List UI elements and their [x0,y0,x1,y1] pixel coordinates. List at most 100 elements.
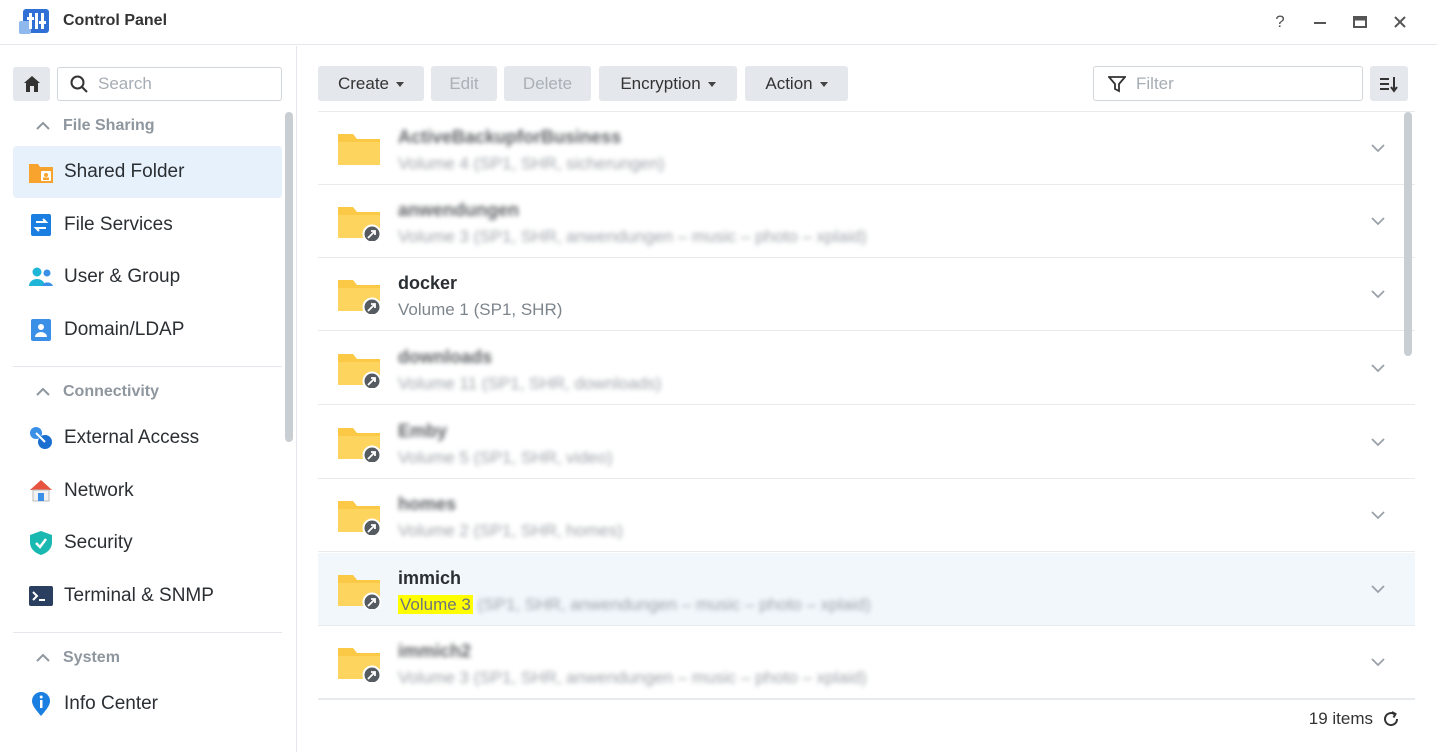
folder-row[interactable]: immich2 Volume 3 (SP1, SHR, anwendungen … [318,626,1415,699]
folder-row[interactable]: docker Volume 1 (SP1, SHR) [318,258,1415,331]
search-input[interactable] [98,74,268,94]
sidebar-item-file-services[interactable]: File Services [13,199,282,251]
info-center-icon [28,691,54,717]
chevron-down-icon[interactable] [1370,215,1386,227]
folder-description: Volume 3 (SP1, SHR, anwendungen – music … [398,668,867,687]
sidebar-item-label: Terminal & SNMP [64,585,214,606]
highlighted-volume-text: Volume 3 [398,595,473,614]
maximize-icon [1353,16,1367,28]
folder-description: Volume 3 (SP1, SHR, anwendungen – music … [398,595,871,615]
close-button[interactable] [1388,10,1412,34]
chevron-down-icon[interactable] [1370,288,1386,300]
action-label: Action [765,73,813,93]
folder-shortcut-icon [338,207,382,241]
sidebar-item-info-center[interactable]: Info Center [13,678,282,730]
folder-description: Volume 2 (SP1, SHR, homes) [398,521,623,540]
action-button[interactable]: Action [745,66,848,101]
section-file-sharing[interactable]: File Sharing [33,115,155,137]
edit-button[interactable]: Edit [431,66,497,101]
folder-name: ActiveBackupforBusiness [398,127,622,147]
help-button[interactable]: ? [1268,10,1292,34]
sidebar-item-label: Domain/LDAP [64,319,185,340]
sidebar-item-security[interactable]: Security [13,517,282,569]
security-shield-icon [28,530,54,556]
delete-button[interactable]: Delete [504,66,591,101]
sidebar-item-domain-ldap[interactable]: Domain/LDAP [13,304,282,356]
sidebar-item-user-group[interactable]: User & Group [13,251,282,303]
folder-name: anwendungen [398,200,519,220]
sidebar: File Sharing Shared Folder File Services… [0,46,297,752]
search-icon [70,75,88,93]
maximize-button[interactable] [1348,10,1372,34]
section-system[interactable]: System [33,647,120,669]
sidebar-item-network[interactable]: Network [13,465,282,517]
section-title: System [63,649,120,666]
chevron-down-icon[interactable] [1370,436,1386,448]
minimize-button[interactable] [1308,10,1332,34]
folder-row[interactable]: ActiveBackupforBusiness Volume 4 (SP1, S… [318,112,1415,185]
sidebar-item-label: Shared Folder [64,161,185,182]
section-title: File Sharing [63,117,155,134]
filter-input[interactable] [1136,73,1336,94]
folder-name: immich2 [398,641,472,661]
folder-shortcut-icon [338,575,382,609]
sidebar-search[interactable] [57,67,282,101]
folder-shortcut-icon [338,501,382,535]
folder-description: Volume 11 (SP1, SHR, downloads) [398,374,662,393]
chevron-down-icon[interactable] [1370,583,1386,595]
chevron-up-icon [36,653,50,662]
list-scrollbar[interactable] [1404,112,1412,356]
sidebar-divider [13,366,282,367]
minimize-icon [1314,22,1326,24]
chevron-down-icon[interactable] [1370,656,1386,668]
chevron-up-icon [36,387,50,396]
folder-row[interactable]: downloads Volume 11 (SP1, SHR, downloads… [318,332,1415,405]
section-connectivity[interactable]: Connectivity [33,381,159,403]
folder-row[interactable]: Emby Volume 5 (SP1, SHR, video) [318,406,1415,479]
folder-description: Volume 3 (SP1, SHR, anwendungen – music … [398,227,867,246]
folder-description: Volume 1 (SP1, SHR) [398,300,563,319]
refresh-button[interactable] [1380,708,1402,730]
shared-folder-list: ActiveBackupforBusiness Volume 4 (SP1, S… [318,111,1415,699]
domain-ldap-icon [28,317,54,343]
sidebar-item-external-access[interactable]: External Access [13,412,282,464]
folder-shortcut-icon [338,354,382,388]
close-icon [1394,16,1406,28]
chevron-up-icon [36,121,50,130]
sidebar-item-terminal-snmp[interactable]: Terminal & SNMP [13,570,282,622]
encryption-button[interactable]: Encryption [599,66,737,101]
chevron-down-icon[interactable] [1370,142,1386,154]
filter-funnel-icon [1108,75,1126,92]
network-icon [28,478,54,504]
chevron-down-icon[interactable] [1370,509,1386,521]
create-button[interactable]: Create [318,66,424,101]
create-label: Create [337,73,390,93]
sidebar-item-label: User & Group [64,266,181,287]
folder-row-selected[interactable]: immich Volume 3 (SP1, SHR, anwendungen –… [318,553,1415,626]
folder-row[interactable]: homes Volume 2 (SP1, SHR, homes) [318,479,1415,552]
folder-name: docker [398,273,458,293]
folder-description: Volume 4 (SP1, SHR, sicherungen) [398,154,665,173]
folder-name: downloads [398,347,492,367]
home-button[interactable] [13,67,50,101]
folder-description-rest: (SP1, SHR, anwendungen – music – photo –… [477,595,871,614]
chevron-down-icon[interactable] [1370,362,1386,374]
sidebar-item-label: File Services [64,214,173,235]
folder-row[interactable]: anwendungen Volume 3 (SP1, SHR, anwendun… [318,185,1415,258]
terminal-icon [28,583,54,609]
folder-shortcut-icon [338,428,382,462]
sort-button[interactable] [1370,66,1408,101]
sidebar-item-label: Network [64,480,134,501]
refresh-icon [1384,711,1399,727]
filter-box[interactable] [1093,66,1363,101]
caret-down-icon [396,82,405,87]
sidebar-item-shared-folder[interactable]: Shared Folder [13,146,282,198]
folder-icon [338,134,380,165]
sidebar-scrollbar[interactable] [285,112,293,442]
sidebar-item-label: External Access [64,427,200,448]
folder-name: immich [398,568,462,588]
window-title: Control Panel [63,12,168,29]
folder-shortcut-icon [338,648,382,682]
sort-icon [1380,76,1398,93]
external-access-icon [28,425,54,451]
